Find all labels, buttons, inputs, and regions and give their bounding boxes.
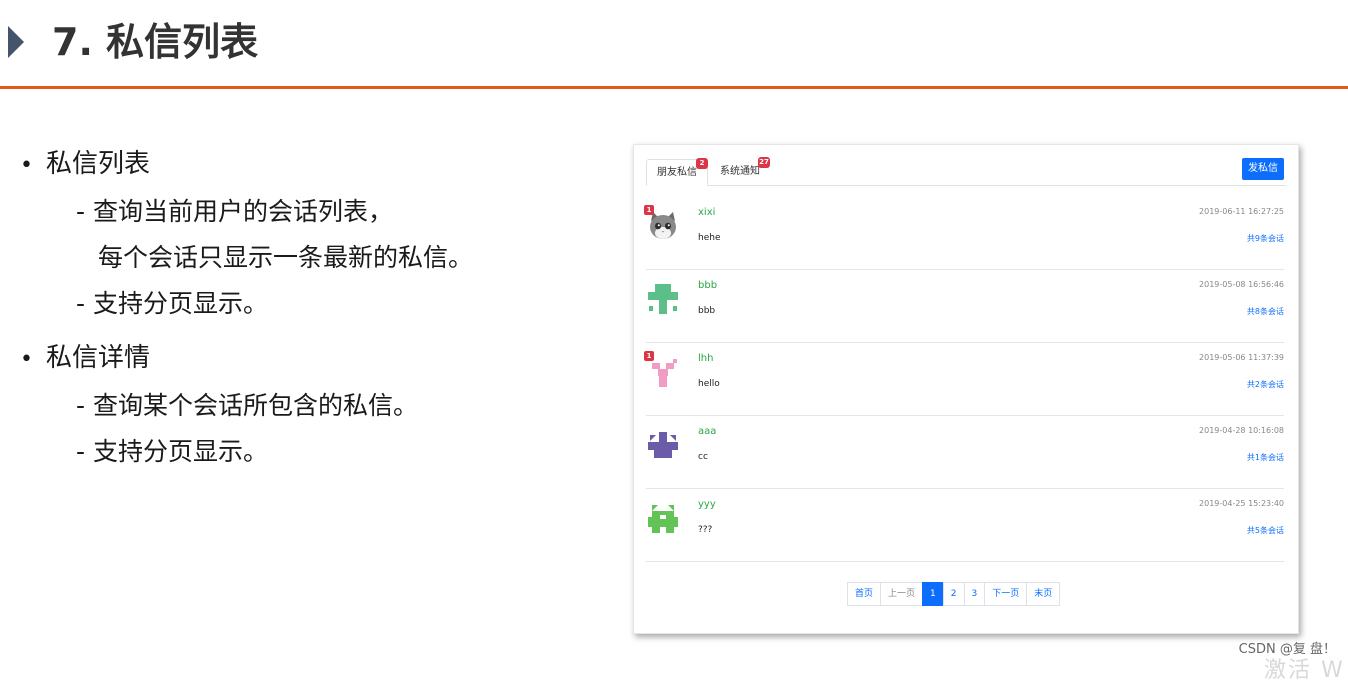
activation-watermark: 激活 W: [1264, 658, 1345, 683]
tab-friend-messages[interactable]: 朋友私信 2: [646, 158, 708, 186]
bullet-label: 私信列表: [46, 149, 151, 179]
tab-bar: 朋友私信 2 系统通知 27: [646, 157, 1286, 186]
sub-item: - 支持分页显示。: [76, 437, 268, 466]
page-previous[interactable]: 上一页: [880, 582, 924, 606]
conversation-time: 2019-06-11 16:27:25: [1199, 207, 1284, 216]
conversation-latest-message: ???: [698, 525, 713, 535]
pagination: 首页 上一页 1 2 3 下一页 末页: [847, 582, 1061, 606]
conversation-row[interactable]: aaa cc 2019-04-28 10:16:08 共1条会话: [646, 416, 1284, 489]
lime-identicon: [648, 505, 678, 533]
conversation-latest-message: cc: [698, 452, 708, 462]
purple-identicon: [648, 432, 678, 458]
slide-title: 7. 私信列表: [52, 20, 259, 64]
conversation-count-link[interactable]: 共8条会话: [1247, 306, 1284, 317]
conversation-row[interactable]: 1 lhh hello 2019-05-06 11:37:39 共2条会话: [644, 343, 1284, 416]
tab-system-notifications[interactable]: 系统通知 27: [710, 157, 770, 184]
conversation-time: 2019-05-08 16:56:46: [1199, 280, 1284, 289]
message-list-screenshot: 朋友私信 2 系统通知 27 发私信 1 xixi hehe 2019-06-1…: [633, 144, 1299, 634]
bullet-item: • 私信列表: [20, 144, 150, 186]
sub-item: - 支持分页显示。: [76, 289, 268, 318]
sub-item: 每个会话只显示一条最新的私信。: [98, 243, 474, 272]
conversation-count-link[interactable]: 共1条会话: [1247, 452, 1284, 463]
conversation-row[interactable]: 1 xixi hehe 2019-06-11 16:27:25 共9条会话: [644, 197, 1284, 270]
conversation-latest-message: hello: [698, 379, 720, 389]
page-1[interactable]: 1: [922, 582, 944, 606]
conversation-username[interactable]: aaa: [698, 426, 716, 437]
conversation-latest-message: bbb: [698, 306, 716, 316]
conversation-row[interactable]: yyy ??? 2019-04-25 15:23:40 共5条会话: [646, 489, 1284, 562]
page-first[interactable]: 首页: [847, 582, 882, 606]
unread-badge: 1: [644, 205, 654, 215]
page-2[interactable]: 2: [942, 582, 965, 606]
triangle-marker-icon: [8, 26, 24, 58]
conversation-time: 2019-05-06 11:37:39: [1199, 353, 1284, 362]
unread-badge: 27: [758, 157, 770, 168]
sub-item: - 查询当前用户的会话列表，: [76, 197, 393, 226]
unread-badge: 2: [696, 158, 708, 169]
conversation-count-link[interactable]: 共5条会话: [1247, 525, 1284, 536]
page-3[interactable]: 3: [963, 582, 986, 606]
conversation-username[interactable]: lhh: [698, 353, 713, 364]
conversation-time: 2019-04-25 15:23:40: [1199, 499, 1284, 508]
unread-badge: 1: [644, 351, 654, 361]
title-divider: [0, 86, 1348, 89]
green-identicon: [648, 284, 678, 314]
conversation-username[interactable]: bbb: [698, 280, 717, 291]
bullet-dot-icon: •: [20, 347, 33, 372]
sub-item: - 查询某个会话所包含的私信。: [76, 391, 418, 420]
conversation-time: 2019-04-28 10:16:08: [1199, 426, 1284, 435]
conversation-count-link[interactable]: 共9条会话: [1247, 233, 1284, 244]
conversation-username[interactable]: xixi: [698, 207, 715, 218]
conversation-username[interactable]: yyy: [698, 499, 716, 510]
bullet-dot-icon: •: [20, 153, 33, 178]
conversation-latest-message: hehe: [698, 233, 721, 243]
send-message-button[interactable]: 发私信: [1242, 158, 1284, 180]
page-next[interactable]: 下一页: [984, 582, 1028, 606]
conversation-count-link[interactable]: 共2条会话: [1247, 379, 1284, 390]
slide-header: 7. 私信列表: [0, 0, 1348, 90]
bullet-item: • 私信详情: [20, 338, 150, 380]
conversation-row[interactable]: bbb bbb 2019-05-08 16:56:46 共8条会话: [646, 270, 1284, 343]
page-last[interactable]: 末页: [1026, 582, 1061, 606]
bullet-label: 私信详情: [46, 343, 151, 373]
